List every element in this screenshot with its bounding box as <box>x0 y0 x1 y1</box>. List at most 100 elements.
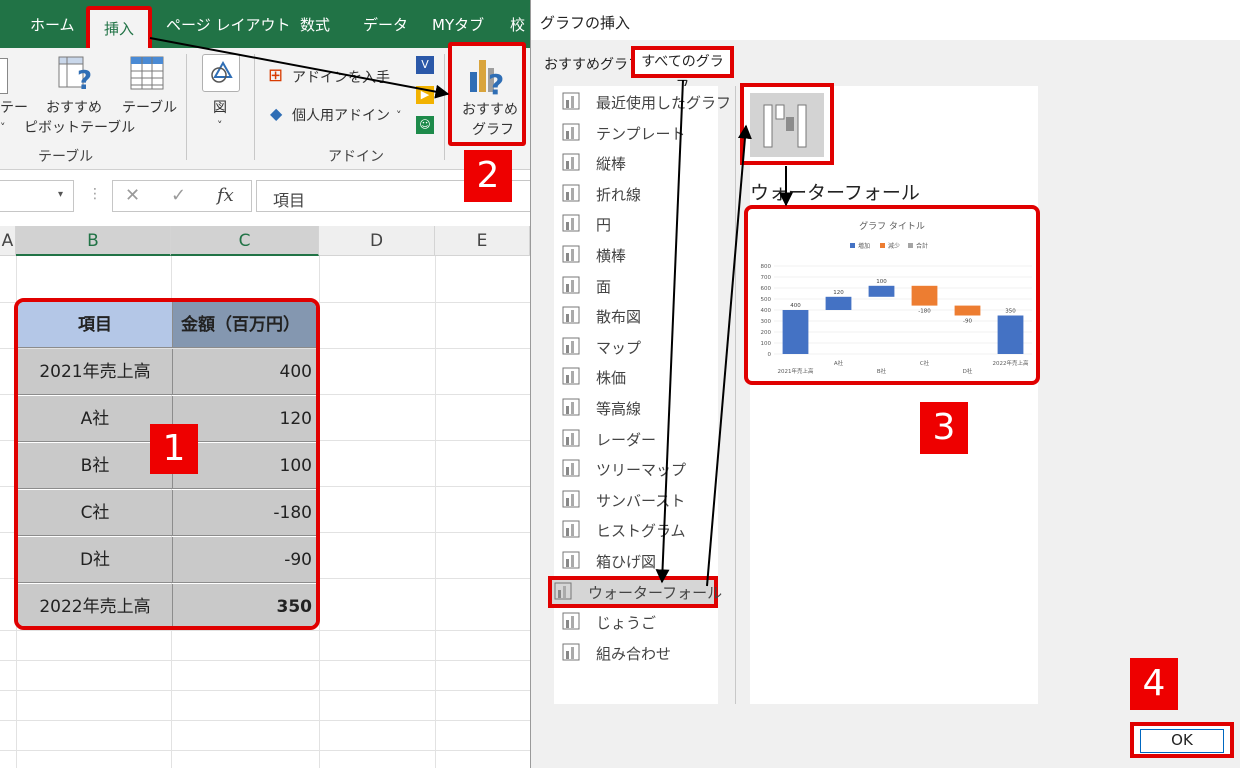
tab-review[interactable]: 校 <box>510 14 525 35</box>
column-header-c[interactable]: C <box>171 226 319 256</box>
chart-type-item-waterfall[interactable]: ウォーターフォール <box>548 576 722 608</box>
chart-type-item-radar-chart[interactable]: レーダー <box>556 425 716 453</box>
chart-type-item-folder[interactable]: テンプレート <box>556 119 716 147</box>
enter-icon[interactable]: ✓ <box>171 185 186 206</box>
y-tick-label: 0 <box>768 352 772 358</box>
chart-type-item-scatter-chart[interactable]: 散布図 <box>556 302 716 330</box>
chevron-down-icon[interactable]: ▾ <box>58 189 63 200</box>
chart-type-label: じょうご <box>596 614 657 632</box>
gridline <box>0 750 530 751</box>
personal-addins-button[interactable]: 個人用アドイン <box>292 106 390 126</box>
table-cell-label[interactable]: D社 <box>18 537 173 583</box>
ok-button[interactable]: OK <box>1130 722 1234 758</box>
bing-maps-icon[interactable]: ▶ <box>416 86 434 104</box>
chart-type-item-pie-chart[interactable]: 円 <box>556 210 716 238</box>
table-partial-icon <box>0 58 8 94</box>
shapes-icon <box>202 54 240 92</box>
chart-type-item-surface-chart[interactable]: 等高線 <box>556 394 716 422</box>
table-cell-value[interactable]: 350 <box>173 584 316 626</box>
x-category-label: B社 <box>877 367 887 375</box>
tab-page-layout[interactable]: ページ レイアウト <box>166 14 290 35</box>
chart-type-label: 横棒 <box>596 247 627 265</box>
chart-type-label: 等高線 <box>596 400 642 418</box>
boxplot-icon <box>562 551 580 569</box>
chevron-down-icon[interactable]: ˅ <box>217 116 223 136</box>
table-header-amount[interactable]: 金額（百万円） <box>173 302 316 348</box>
chart-type-item-bar-chart[interactable]: 横棒 <box>556 241 716 269</box>
people-graph-icon[interactable]: ☺ <box>416 116 434 134</box>
ribbon-separator <box>186 54 187 160</box>
tab-data[interactable]: データ <box>363 14 408 35</box>
x-category-label: D社 <box>963 367 973 375</box>
gridline <box>0 720 530 721</box>
table-cell-label[interactable]: C社 <box>18 490 173 536</box>
formula-content: 項目 <box>273 191 306 210</box>
tab-all-charts[interactable]: すべてのグラフ <box>631 46 734 94</box>
recommended-pivot-label-2[interactable]: ピボットテーブル <box>24 118 135 138</box>
column-header-b[interactable]: B <box>16 226 171 256</box>
tab-formulas[interactable]: 数式 <box>300 14 330 35</box>
insert-function-icon[interactable]: fx <box>217 185 234 206</box>
chart-type-item-sunburst[interactable]: サンバースト <box>556 486 716 514</box>
chart-type-item-combo-chart[interactable]: 組み合わせ <box>556 639 716 667</box>
table-cell-label[interactable]: 2022年売上高 <box>18 584 173 626</box>
dialog-title: グラフの挿入 <box>540 14 631 32</box>
legend-label: 減少 <box>888 242 900 250</box>
y-tick-label: 800 <box>761 264 772 270</box>
chart-type-item-column-chart[interactable]: 縦棒 <box>556 149 716 177</box>
chart-type-item-map-chart[interactable]: マップ <box>556 333 716 361</box>
y-tick-label: 400 <box>761 308 772 314</box>
waterfall-bar <box>954 305 981 316</box>
dialog-title-bar <box>531 0 1240 40</box>
chart-type-label: ヒストグラム <box>596 522 686 540</box>
recommended-pivot-label-1[interactable]: おすすめ <box>46 98 102 118</box>
name-box[interactable]: ▾ <box>0 180 74 212</box>
column-header-d[interactable]: D <box>319 226 435 256</box>
chevron-down-icon[interactable]: ˅ <box>0 118 6 138</box>
chevron-down-icon[interactable]: ˅ <box>396 106 402 126</box>
chart-type-item-stock-chart[interactable]: 株価 <box>556 363 716 391</box>
tab-home[interactable]: ホーム <box>30 14 75 35</box>
column-header-e[interactable]: E <box>435 226 530 256</box>
subtype-title: ウォーターフォール <box>750 182 920 204</box>
formula-bar: ▾ ⋮ ✕ ✓ fx 項目 <box>0 170 530 226</box>
table-cell-value[interactable]: -90 <box>173 537 316 583</box>
waterfall-bar <box>997 315 1024 354</box>
y-tick-label: 700 <box>761 275 772 281</box>
tab-my-tab[interactable]: MYタブ <box>432 14 484 35</box>
recommended-charts-button[interactable]: ? おすすめ グラフ <box>448 42 526 146</box>
table-button-label[interactable]: テーブル <box>122 98 177 118</box>
panel-divider <box>735 86 736 704</box>
waterfall-bar <box>825 296 852 310</box>
chart-preview[interactable]: グラフ タイトル 増加 減少 合計 800 700 600 500 400 300 200 100 0 4… <box>744 205 1040 385</box>
y-tick-label: 200 <box>761 330 772 336</box>
visio-icon[interactable]: V <box>416 56 434 74</box>
cancel-icon[interactable]: ✕ <box>125 185 140 206</box>
chart-type-item-boxplot[interactable]: 箱ひげ図 <box>556 547 716 575</box>
tab-recommended-charts[interactable]: おすすめグラフ <box>544 54 642 74</box>
treemap-icon <box>562 459 580 477</box>
line-chart-icon <box>562 184 580 202</box>
sunburst-icon <box>562 490 580 508</box>
chart-type-item-line-chart[interactable]: 折れ線 <box>556 180 716 208</box>
chart-type-item-recent[interactable]: 最近使用したグラフ <box>556 88 731 116</box>
figure-button-label[interactable]: 図 <box>213 98 227 118</box>
chart-type-item-funnel[interactable]: じょうご <box>556 608 716 636</box>
waterfall-subtype-thumbnail[interactable] <box>740 83 834 165</box>
chart-type-label: マップ <box>596 339 642 357</box>
table-header-item[interactable]: 項目 <box>18 302 173 348</box>
partial-table-label[interactable]: テー <box>0 98 28 118</box>
column-header-a[interactable]: A <box>0 226 16 256</box>
waterfall-bar <box>868 285 895 297</box>
tab-insert[interactable]: 挿入 <box>86 6 152 52</box>
chart-type-item-histogram[interactable]: ヒストグラム <box>556 516 716 544</box>
table-cell-value[interactable]: -180 <box>173 490 316 536</box>
chart-type-item-treemap[interactable]: ツリーマップ <box>556 455 716 483</box>
scatter-chart-icon <box>562 306 580 324</box>
bar-chart-icon <box>562 245 580 263</box>
chart-type-label: レーダー <box>596 431 657 449</box>
table-cell-label[interactable]: 2021年売上高 <box>18 349 173 395</box>
get-addins-button[interactable]: アドインを入手 <box>292 68 390 88</box>
chart-type-item-area-chart[interactable]: 面 <box>556 272 716 300</box>
table-cell-value[interactable]: 400 <box>173 349 316 395</box>
